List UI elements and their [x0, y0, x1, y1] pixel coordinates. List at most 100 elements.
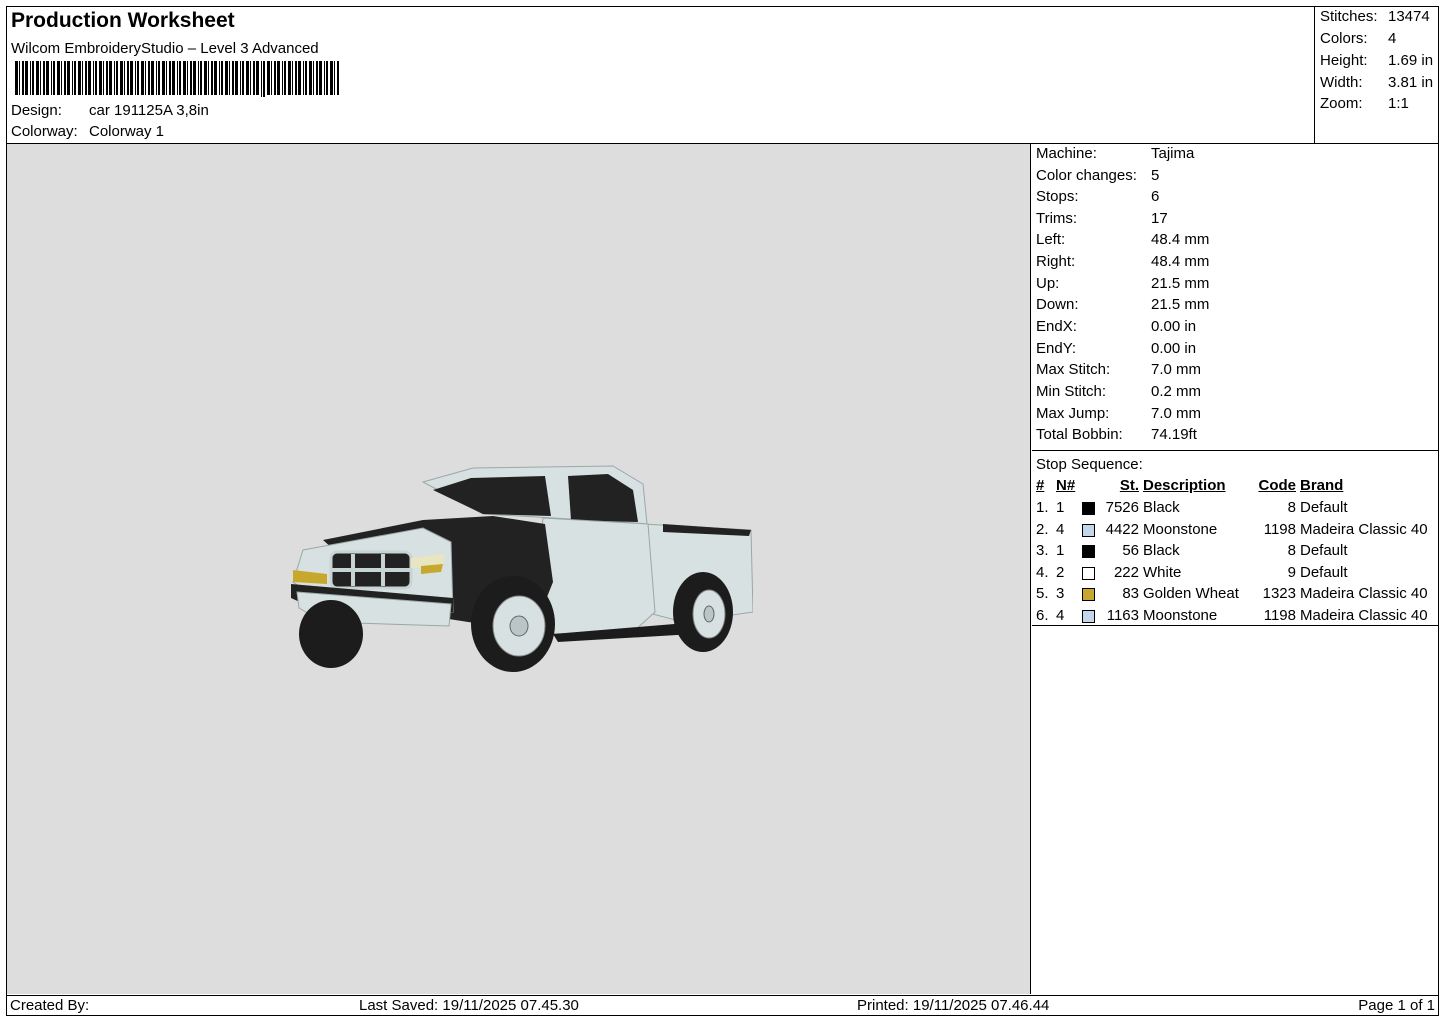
seq-code: 8 [1287, 542, 1296, 560]
page-number: Page 1 of 1 [1358, 997, 1435, 1014]
seq-stitches: 4422 [1105, 520, 1139, 538]
zoom-row: Zoom: 1:1 [1320, 95, 1409, 112]
seq-code: 1323 [1262, 585, 1296, 603]
colors-label: Colors: [1320, 30, 1368, 47]
stop-sequence-row: 4. 2 222 White 9 Default [1032, 564, 1438, 585]
endy-row: EndY: 0.00 in [1036, 340, 1196, 357]
seq-code: 1198 [1263, 520, 1296, 538]
production-worksheet: Production Worksheet Wilcom EmbroiderySt… [6, 6, 1439, 1016]
seq-needle: 1 [1056, 542, 1065, 560]
seq-description: Golden Wheat [1143, 585, 1239, 603]
colorway-row: Colorway: Colorway 1 [11, 123, 164, 140]
zoom-label: Zoom: [1320, 95, 1363, 112]
trims-row: Trims: 17 [1036, 210, 1168, 227]
color-swatch [1082, 610, 1095, 623]
height-label: Height: [1320, 52, 1368, 69]
col-description: Description [1143, 477, 1226, 494]
endx-label: EndX: [1036, 318, 1077, 335]
colors-row: Colors: 4 [1320, 30, 1396, 47]
up-label: Up: [1036, 275, 1060, 292]
seq-code: 1198 [1263, 607, 1296, 624]
panel-divider-bottom [1032, 625, 1438, 626]
max-jump-label: Max Jump: [1036, 405, 1110, 422]
seq-description: Moonstone [1143, 607, 1218, 624]
stop-sequence-row: 2. 4 4422 Moonstone 1198 Madeira Classic 40 [1032, 521, 1438, 542]
right-value: 48.4 mm [1151, 253, 1210, 270]
endx-row: EndX: 0.00 in [1036, 318, 1196, 335]
seq-description: White [1143, 563, 1182, 581]
seq-needle: 2 [1056, 563, 1065, 581]
color-changes-value: 5 [1151, 167, 1160, 184]
width-value: 3.81 in [1388, 74, 1434, 91]
seq-num: 5. [1036, 585, 1049, 603]
seq-needle: 3 [1056, 585, 1065, 603]
seq-num: 2. [1036, 520, 1049, 538]
total-bobbin-row: Total Bobbin: 74.19ft [1036, 426, 1197, 443]
stop-sequence-row: 5. 3 83 Golden Wheat 1323 Madeira Classic 40 [1032, 585, 1438, 606]
down-value: 21.5 mm [1151, 296, 1210, 313]
min-stitch-label: Min Stitch: [1036, 383, 1107, 400]
seq-num: 1. [1036, 499, 1049, 516]
seq-brand: Madeira Classic 40 [1300, 585, 1428, 603]
total-bobbin-label: Total Bobbin: [1036, 426, 1123, 443]
design-preview [7, 144, 1031, 994]
color-swatch [1082, 523, 1095, 537]
stop-sequence-header: # N# St. Description Code Brand [1032, 477, 1438, 497]
colorway-value: Colorway 1 [89, 123, 165, 140]
seq-stitches: 7526 [1105, 499, 1139, 516]
min-stitch-value: 0.2 mm [1151, 383, 1202, 400]
seq-brand: Default [1300, 563, 1348, 581]
created-by: Created By: [10, 997, 90, 1014]
printed-date: Printed: 19/11/2025 07.46.44 [857, 997, 1050, 1014]
seq-stitches: 1163 [1106, 607, 1139, 624]
endy-label: EndY: [1036, 340, 1077, 357]
total-bobbin-value: 74.19ft [1151, 426, 1197, 443]
stop-sequence-row: 1. 1 7526 Black 8 Default [1032, 499, 1438, 520]
right-label: Right: [1036, 253, 1076, 270]
colors-value: 4 [1388, 30, 1397, 47]
stops-value: 6 [1151, 188, 1160, 205]
stop-sequence-row: 3. 1 56 Black 8 Default [1032, 542, 1438, 563]
col-brand: Brand [1300, 477, 1344, 494]
down-label: Down: [1036, 296, 1079, 313]
color-swatch [1082, 502, 1095, 515]
last-saved: Last Saved: 19/11/2025 07.45.30 [359, 997, 579, 1014]
color-swatch [1082, 588, 1095, 602]
seq-brand: Madeira Classic 40 [1300, 520, 1428, 538]
design-stats: Stitches: 13474 Colors: 4 Height: 1.69 in W… [1314, 7, 1438, 143]
seq-description: Moonstone [1143, 520, 1218, 538]
width-row: Width: 3.81 in [1320, 74, 1433, 91]
col-code: Code [1258, 477, 1297, 494]
min-stitch-row: Min Stitch: 0.2 mm [1036, 383, 1201, 400]
truck-embroidery-image [291, 465, 753, 672]
color-swatch [1082, 566, 1095, 580]
col-stitches: St. [1119, 477, 1139, 494]
design-row: Design: car 191125A 3,8in [11, 102, 209, 119]
max-stitch-value: 7.0 mm [1151, 361, 1202, 378]
seq-code: 8 [1287, 499, 1296, 516]
color-changes-label: Color changes: [1036, 167, 1137, 184]
endx-value: 0.00 in [1151, 318, 1197, 335]
panel-divider [1032, 450, 1438, 451]
seq-stitches: 222 [1113, 563, 1139, 581]
colorway-label: Colorway: [11, 123, 78, 140]
machine-label: Machine: [1036, 145, 1097, 162]
seq-description: Black [1143, 499, 1180, 516]
height-row: Height: 1.69 in [1320, 52, 1433, 69]
stop-sequence-title: Stop Sequence: [1036, 456, 1143, 473]
seq-description: Black [1143, 542, 1180, 560]
right-row: Right: 48.4 mm [1036, 253, 1209, 270]
stitches-label: Stitches: [1320, 8, 1378, 25]
design-value: car 191125A 3,8in [89, 102, 209, 119]
machine-info-panel: Machine: Tajima Color changes: 5 Stops: 6 T… [1032, 144, 1438, 994]
seq-stitches: 56 [1122, 542, 1139, 560]
seq-num: 3. [1036, 542, 1049, 560]
down-row: Down: 21.5 mm [1036, 296, 1209, 313]
machine-row: Machine: Tajima [1036, 145, 1194, 162]
seq-code: 9 [1287, 563, 1296, 581]
color-swatch [1082, 545, 1095, 559]
barcode-image [15, 61, 339, 97]
left-row: Left: 48.4 mm [1036, 231, 1209, 248]
seq-stitches: 83 [1122, 585, 1139, 603]
worksheet-header: Production Worksheet Wilcom EmbroiderySt… [7, 7, 1314, 143]
